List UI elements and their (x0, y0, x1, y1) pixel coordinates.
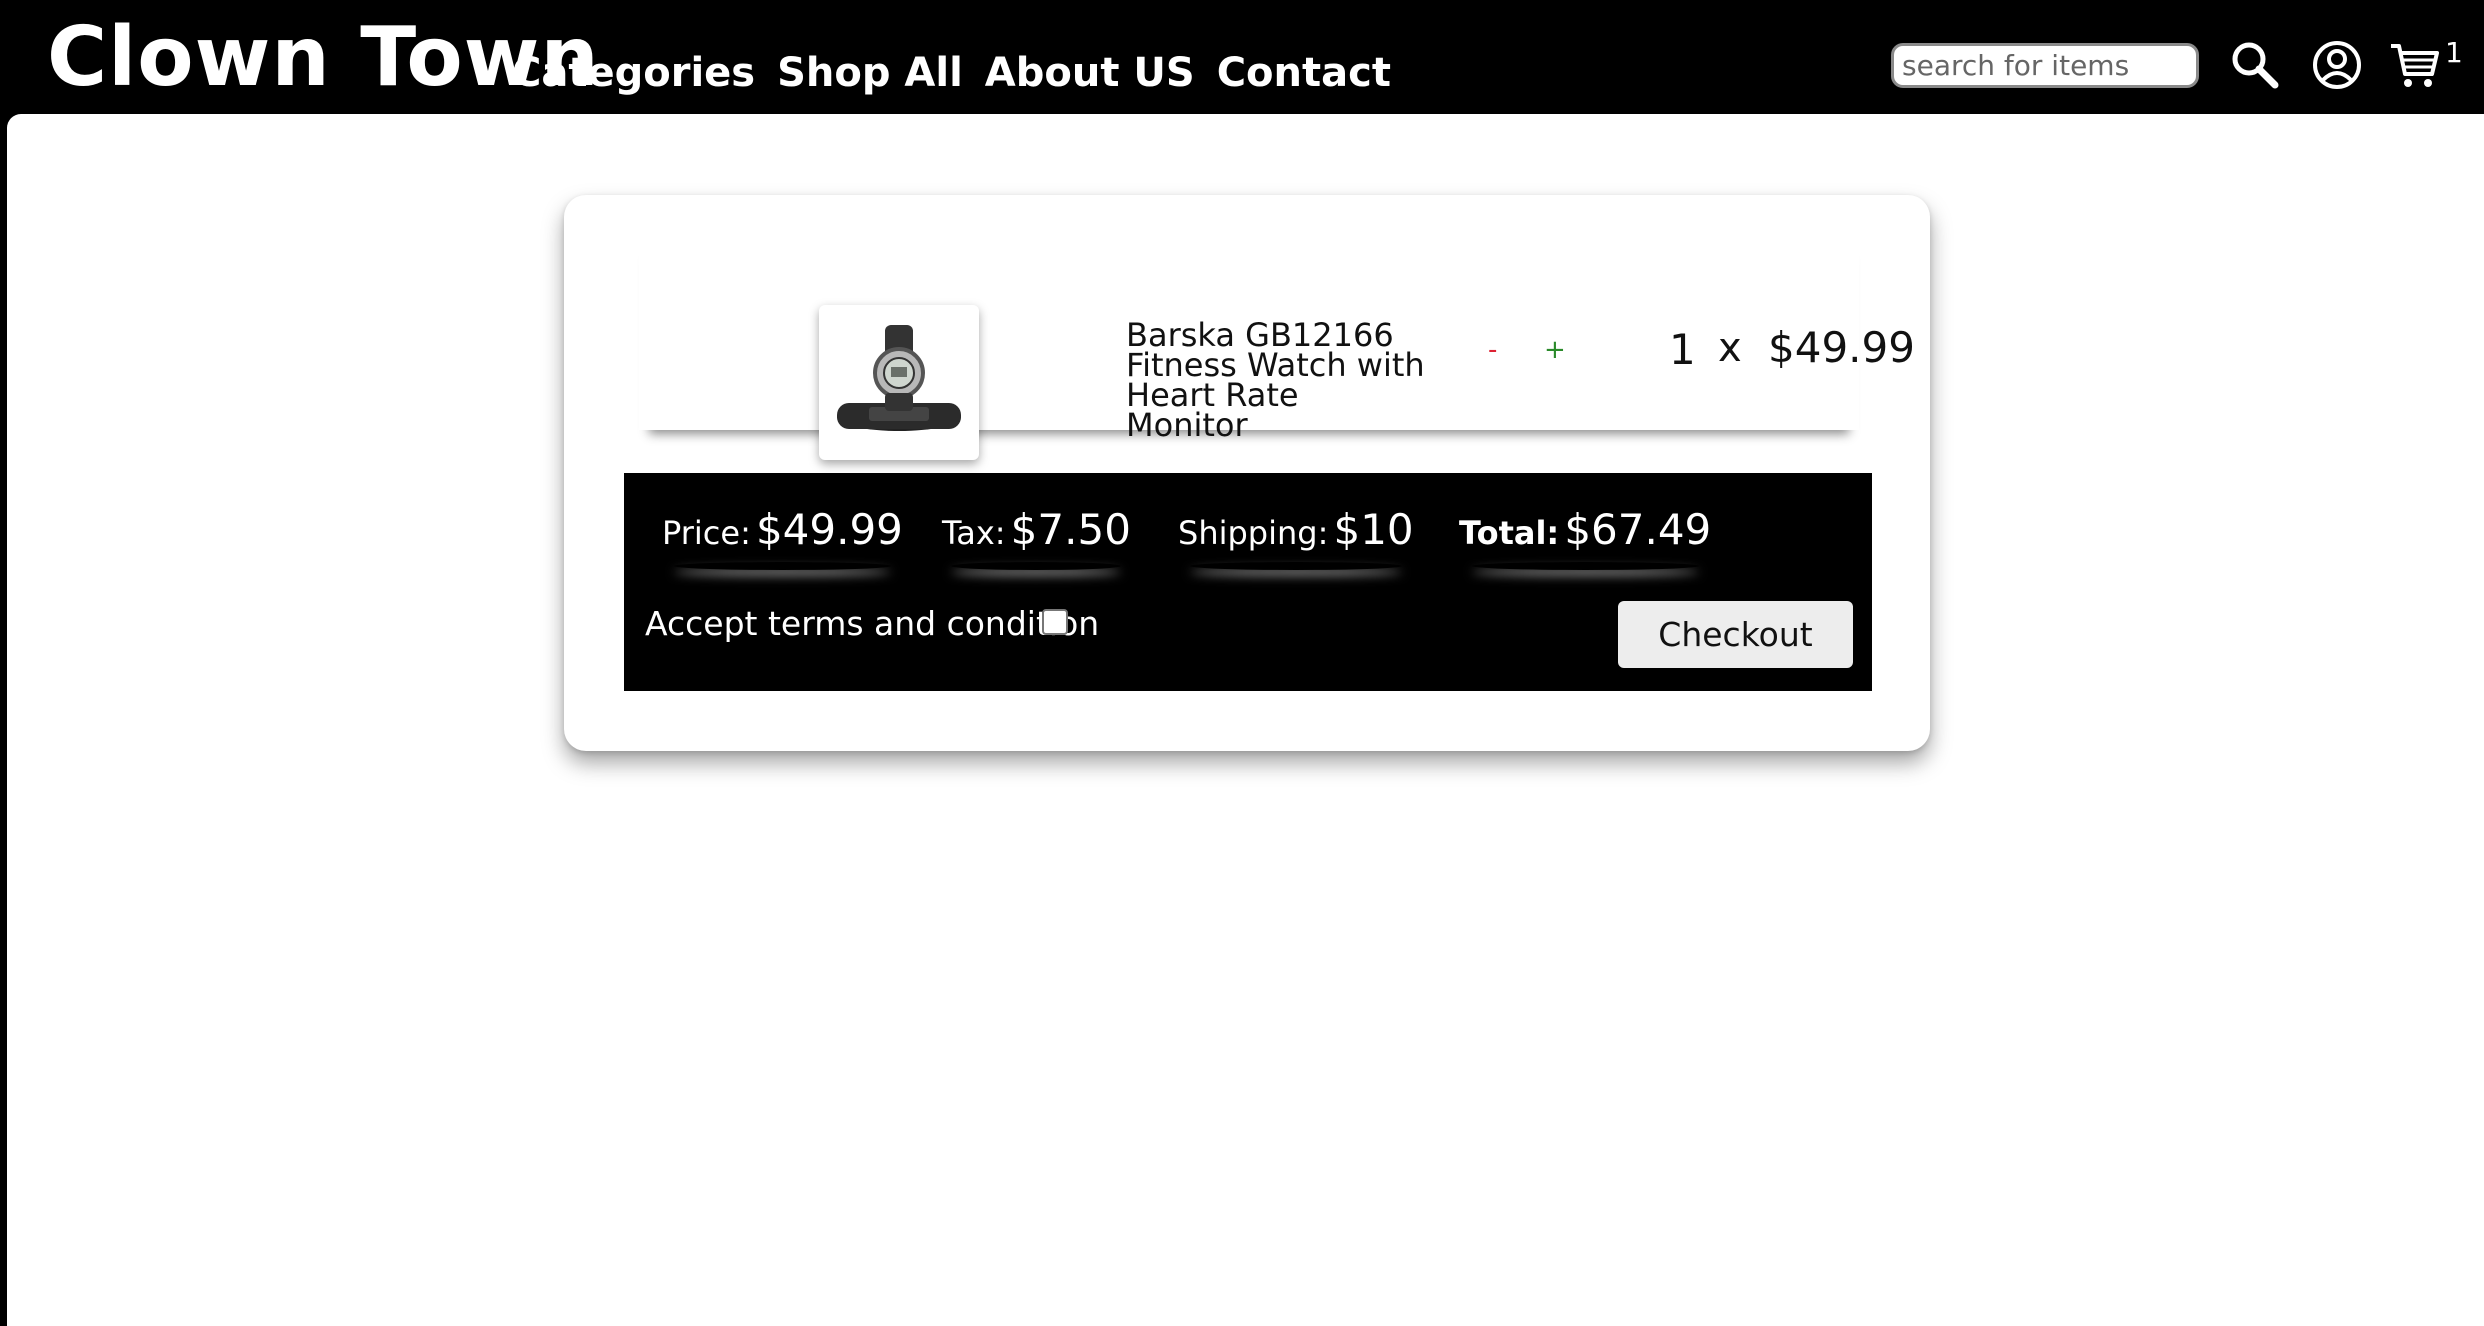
increase-quantity-button[interactable]: + (1544, 335, 1566, 365)
cart-item-row: Barska GB12166 Fitness Watch with Heart … (639, 235, 1915, 460)
tax-summary: Tax: $7.50 (942, 505, 1131, 554)
product-thumbnail[interactable] (819, 305, 979, 460)
total-summary: Total: $67.49 (1459, 505, 1711, 554)
unit-price: $49.99 (1768, 323, 1915, 372)
cart-card: Barska GB12166 Fitness Watch with Heart … (564, 195, 1930, 751)
shipping-value: $10 (1333, 505, 1414, 554)
price-summary: Price: $49.99 (662, 505, 903, 554)
tax-value: $7.50 (1010, 505, 1131, 554)
total-label: Total: (1459, 514, 1560, 552)
shipping-summary: Shipping: $10 (1178, 505, 1414, 554)
total-value: $67.49 (1564, 505, 1712, 554)
nav-contact[interactable]: Contact (1217, 50, 1391, 96)
search-input[interactable] (1891, 43, 2199, 88)
cart-count-badge: 1 (2445, 36, 2463, 69)
checkout-button[interactable]: Checkout (1618, 601, 1853, 668)
top-nav-bar: Clown Town Categories Shop All About US … (0, 0, 2484, 114)
product-name[interactable]: Barska GB12166 Fitness Watch with Heart … (1126, 319, 1426, 441)
main-nav: Categories Shop All About US Contact (512, 50, 1413, 96)
terms-label: Accept terms and condition (645, 604, 1100, 643)
order-summary: Price: $49.99 Tax: $7.50 Shipping: $10 T… (624, 473, 1872, 691)
tax-label: Tax: (942, 514, 1006, 552)
user-circle-icon[interactable] (2310, 38, 2364, 92)
search-icon[interactable] (2228, 38, 2282, 92)
shipping-label: Shipping: (1178, 514, 1329, 552)
price-value: $49.99 (755, 505, 903, 554)
item-quantity: 1 (1669, 325, 1696, 374)
shopping-cart-icon[interactable] (2388, 38, 2442, 92)
nav-about-us[interactable]: About US (985, 50, 1195, 96)
times-sign: x (1718, 325, 1742, 371)
fitness-watch-image (837, 325, 961, 431)
terms-checkbox[interactable] (1042, 609, 1068, 635)
nav-shop-all[interactable]: Shop All (777, 50, 963, 96)
price-label: Price: (662, 514, 751, 552)
decrease-quantity-button[interactable]: - (1488, 335, 1497, 365)
nav-categories[interactable]: Categories (512, 50, 755, 96)
